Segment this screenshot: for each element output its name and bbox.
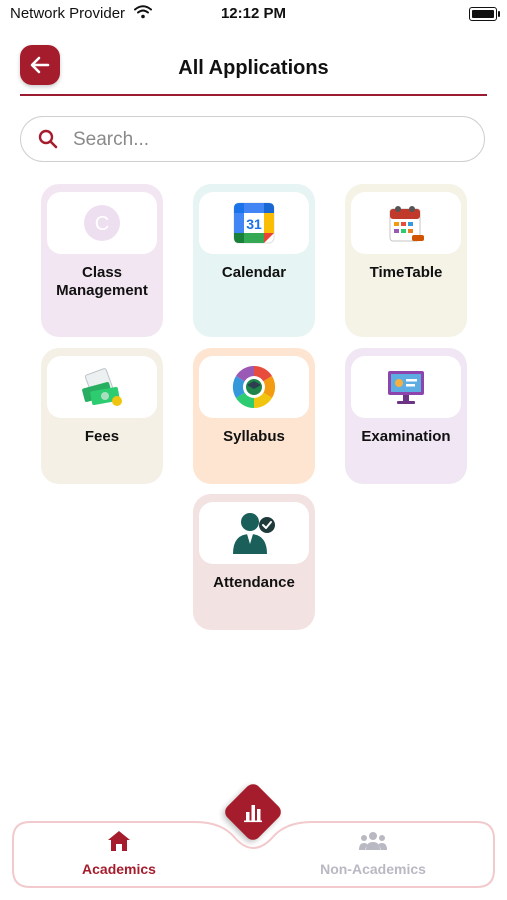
nav-item-academics[interactable]: Academics xyxy=(44,830,194,877)
bottom-navigation: Academics Non-Academics xyxy=(0,780,507,900)
app-tile-attendance[interactable]: Attendance xyxy=(193,494,315,630)
search-bar[interactable] xyxy=(20,116,485,162)
status-bar: Network Provider 12:12 PM xyxy=(0,0,507,28)
header: All Applications xyxy=(0,40,507,96)
app-label: Examination xyxy=(361,428,451,445)
nav-label-academics: Academics xyxy=(82,861,156,877)
home-icon xyxy=(108,831,130,851)
app-label: Class Management xyxy=(56,264,148,299)
app-icon-box xyxy=(199,502,309,564)
google-calendar-icon: 31 xyxy=(233,202,275,244)
attendance-person-icon xyxy=(233,513,275,554)
syllabus-icon xyxy=(232,365,276,409)
app-label: Attendance xyxy=(213,574,295,591)
header-divider xyxy=(20,94,487,96)
class-management-letter: C xyxy=(95,213,109,235)
app-tile-examination[interactable]: Examination xyxy=(345,348,467,484)
app-label: TimeTable xyxy=(369,264,443,281)
app-icon-box: 31 xyxy=(199,192,309,254)
nav-label-non-academics: Non-Academics xyxy=(320,861,426,877)
battery-icon xyxy=(469,7,500,21)
calendar-day-number: 31 xyxy=(246,216,262,232)
app-icon-box: C xyxy=(47,192,157,254)
page-title: All Applications xyxy=(178,57,329,79)
examination-monitor-icon xyxy=(388,371,424,404)
nav-item-non-academics[interactable]: Non-Academics xyxy=(298,830,448,877)
app-tile-timetable[interactable]: TimeTable xyxy=(345,184,467,337)
timetable-icon xyxy=(389,206,424,242)
chart-icon xyxy=(244,805,262,823)
clock-time: 12:12 PM xyxy=(220,5,287,22)
app-icon-box xyxy=(351,356,461,418)
app-icon-box xyxy=(199,356,309,418)
app-label: Calendar xyxy=(221,264,287,281)
search-input[interactable] xyxy=(71,125,475,155)
app-tile-calendar[interactable]: 31 Calendar xyxy=(193,184,315,337)
class-management-icon: C xyxy=(84,205,120,241)
app-label: Syllabus xyxy=(223,428,285,445)
app-icon-box xyxy=(351,192,461,254)
group-icon xyxy=(359,832,387,850)
app-label: Fees xyxy=(84,428,120,445)
app-tile-class-management[interactable]: C Class Management xyxy=(41,184,163,337)
app-tile-syllabus[interactable]: Syllabus xyxy=(193,348,315,484)
app-icon-box xyxy=(47,356,157,418)
search-icon xyxy=(38,129,58,149)
fees-money-icon xyxy=(82,368,122,406)
app-tile-fees[interactable]: Fees xyxy=(41,348,163,484)
